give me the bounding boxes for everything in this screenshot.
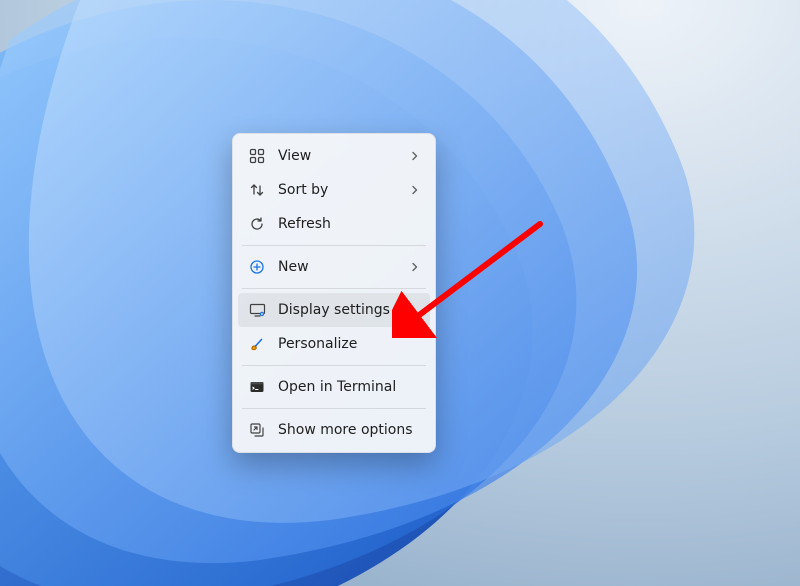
menu-item-label: Sort by <box>278 182 402 198</box>
chevron-right-icon <box>410 262 420 272</box>
menu-item-refresh[interactable]: Refresh <box>238 207 430 241</box>
menu-item-label: View <box>278 148 402 164</box>
menu-item-view[interactable]: View <box>238 139 430 173</box>
menu-item-personalize[interactable]: Personalize <box>238 327 430 361</box>
menu-item-sort[interactable]: Sort by <box>238 173 430 207</box>
menu-item-open-terminal[interactable]: Open in Terminal <box>238 370 430 404</box>
menu-item-show-more-options[interactable]: Show more options <box>238 413 430 447</box>
options-icon <box>248 421 266 439</box>
refresh-icon <box>248 215 266 233</box>
menu-separator <box>242 365 426 366</box>
menu-item-label: Personalize <box>278 336 420 352</box>
display-icon <box>248 301 266 319</box>
menu-item-label: New <box>278 259 402 275</box>
menu-item-new[interactable]: New <box>238 250 430 284</box>
paintbrush-icon <box>248 335 266 353</box>
plus-circle-icon <box>248 258 266 276</box>
grid-icon <box>248 147 266 165</box>
desktop-context-menu: View Sort by Refresh <box>232 133 436 453</box>
menu-item-label: Show more options <box>278 422 420 438</box>
menu-separator <box>242 408 426 409</box>
menu-separator <box>242 288 426 289</box>
menu-item-label: Open in Terminal <box>278 379 420 395</box>
menu-item-label: Display settings <box>278 302 420 318</box>
sort-icon <box>248 181 266 199</box>
chevron-right-icon <box>410 151 420 161</box>
menu-item-display-settings[interactable]: Display settings <box>238 293 430 327</box>
chevron-right-icon <box>410 185 420 195</box>
menu-item-label: Refresh <box>278 216 420 232</box>
menu-separator <box>242 245 426 246</box>
terminal-icon <box>248 378 266 396</box>
